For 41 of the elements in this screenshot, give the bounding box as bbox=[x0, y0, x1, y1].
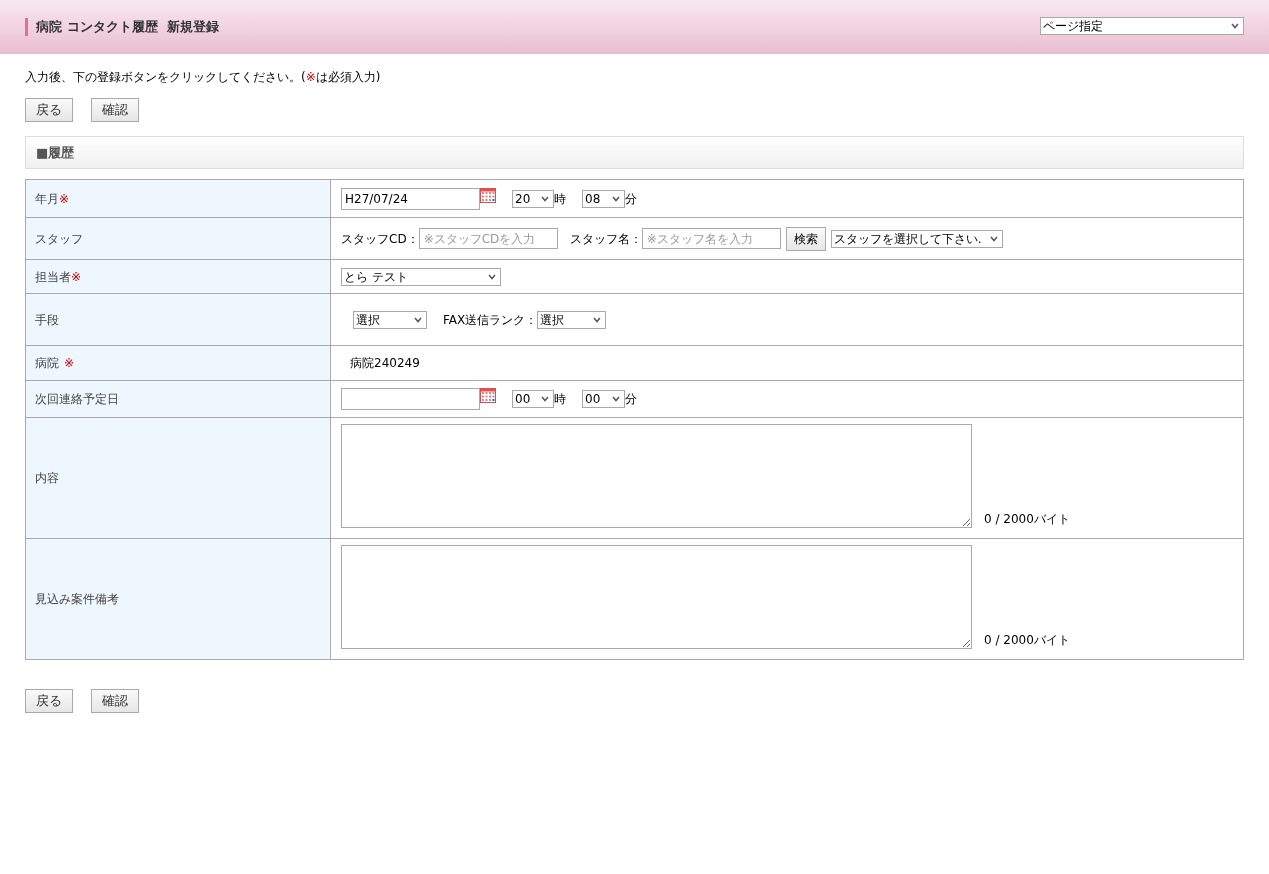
person-select[interactable]: とら テスト bbox=[341, 267, 501, 286]
form-button[interactable]: 戻る bbox=[25, 689, 73, 713]
minute-select[interactable]: 08 bbox=[582, 189, 625, 208]
required-mark: ※ bbox=[71, 268, 82, 286]
field-label: 担当者 bbox=[35, 268, 71, 286]
field-label: 見込み案件備考 bbox=[35, 591, 119, 608]
page-title: 病院 コンタクト履歴 新規登録 bbox=[36, 18, 219, 37]
field-label: 病院 bbox=[35, 355, 59, 372]
field-label: 内容 bbox=[35, 470, 59, 487]
field-label: 手段 bbox=[35, 311, 59, 329]
form-button[interactable]: 確認 bbox=[91, 689, 139, 713]
staff-name-label: スタッフ名： bbox=[569, 230, 642, 248]
staff-cd-field[interactable]: ※スタッフCDを入力 bbox=[418, 228, 558, 249]
form-button[interactable]: 戻る bbox=[25, 98, 73, 122]
staff-cd-label: スタッフCD： bbox=[341, 230, 419, 248]
byte-counter: 0 / 2000バイト bbox=[984, 632, 1070, 649]
page-select[interactable]: ページ指定 bbox=[1040, 17, 1244, 35]
field-label: 次回連絡予定日 bbox=[35, 391, 119, 408]
field-label: 年月 bbox=[35, 190, 59, 208]
fax-rank-label: FAX送信ランク： bbox=[443, 311, 538, 329]
hour-unit: 時 bbox=[554, 391, 566, 408]
field-label: スタッフ bbox=[35, 230, 83, 248]
minute-unit: 分 bbox=[625, 190, 637, 208]
required-mark: ※ bbox=[64, 355, 75, 372]
date-field[interactable]: H27/07/24 bbox=[341, 187, 480, 210]
required-mark: ※ bbox=[59, 190, 70, 208]
method-select[interactable]: 選択 bbox=[353, 310, 427, 329]
hour-select[interactable]: 20 bbox=[512, 189, 554, 208]
staff-name-field[interactable]: ※スタッフ名を入力 bbox=[641, 228, 781, 249]
section-title: ■履歴 bbox=[36, 143, 75, 162]
instruction-text: 入力後、下の登録ボタンをクリックしてください。(※は必須入力) bbox=[25, 69, 382, 86]
byte-counter: 0 / 2000バイト bbox=[984, 511, 1070, 528]
minute-unit: 分 bbox=[625, 391, 637, 408]
hour-select[interactable]: 00 bbox=[512, 390, 554, 408]
staff-select[interactable]: スタッフを選択して下さい. bbox=[830, 229, 1003, 248]
hospital-value: 病院240249 bbox=[349, 355, 420, 372]
minute-select[interactable]: 00 bbox=[582, 390, 625, 408]
form-button[interactable]: 確認 bbox=[91, 98, 139, 122]
hour-unit: 時 bbox=[554, 190, 566, 208]
fax-rank-select[interactable]: 選択 bbox=[537, 310, 607, 329]
search-button[interactable]: 検索 bbox=[785, 226, 826, 251]
